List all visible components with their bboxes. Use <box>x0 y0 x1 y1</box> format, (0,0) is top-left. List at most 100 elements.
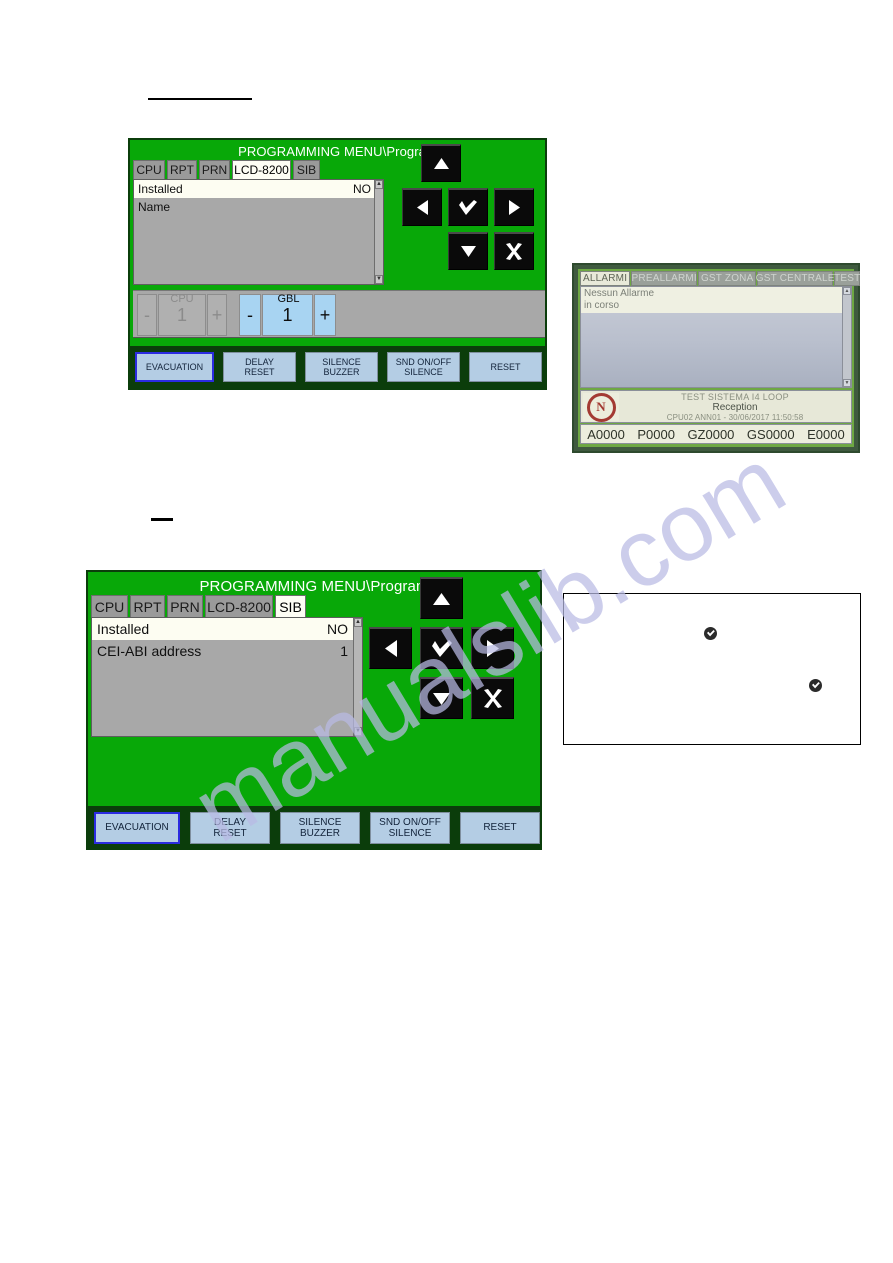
brand-logo: N <box>583 392 619 422</box>
cpu-stepper-label: CPU <box>170 293 194 305</box>
counter-prealarms: P0000 <box>637 426 675 442</box>
alarm-message-line-2: in corso <box>584 300 620 312</box>
close-x-icon <box>483 689 503 708</box>
stepper-strip: - 1 + CPU - 1 + GBL <box>133 290 545 338</box>
settings-list[interactable]: Installed NO CEI-ABI address 1 ▲ ▼ <box>91 617 363 737</box>
row-label: CEI-ABI address <box>97 643 202 659</box>
check-icon <box>458 199 478 216</box>
tab-prn[interactable]: PRN <box>167 595 203 617</box>
scroll-down-icon[interactable]: ▼ <box>375 275 383 284</box>
scroll-up-icon[interactable]: ▲ <box>375 180 383 189</box>
right-arrow-icon <box>508 199 521 216</box>
silence-buzzer-button[interactable]: SILENCE BUZZER <box>280 812 360 844</box>
tab-sib[interactable]: SIB <box>275 595 306 617</box>
system-name: TEST SISTEMA I4 LOOP <box>681 392 789 402</box>
tab-lcd-8200[interactable]: LCD-8200 <box>232 160 291 179</box>
silence-buzzer-button[interactable]: SILENCE BUZZER <box>305 352 378 382</box>
scroll-down-icon[interactable]: ▼ <box>843 379 851 387</box>
panel-title: PROGRAMMING MENU\Program <box>238 144 437 159</box>
stepper-cpu: - 1 + CPU <box>137 293 227 336</box>
keypad-down-button[interactable] <box>420 677 463 719</box>
evacuation-button[interactable]: EVACUATION <box>135 352 214 382</box>
alarm-message-line-1: Nessun Allarme <box>584 288 655 299</box>
evacuation-button[interactable]: EVACUATION <box>94 812 180 844</box>
counter-gz: GZ0000 <box>687 426 735 442</box>
list-row[interactable]: Installed NO <box>134 180 383 198</box>
tab-sib[interactable]: SIB <box>293 160 320 179</box>
scroll-up-icon[interactable]: ▲ <box>843 287 851 295</box>
down-arrow-icon <box>460 245 477 258</box>
heading-underline-mid <box>151 518 173 521</box>
row-value: NO <box>353 182 371 196</box>
counter-events: E0000 <box>807 426 845 442</box>
right-arrow-icon <box>486 639 500 658</box>
keypad-right-button[interactable] <box>494 188 534 226</box>
snd-onoff-silence-button[interactable]: SND ON/OFF SILENCE <box>370 812 450 844</box>
stepper-gbl: - 1 + GBL <box>239 293 338 336</box>
reset-button[interactable]: RESET <box>469 352 542 382</box>
row-label: Name <box>138 200 171 214</box>
system-info-lines: TEST SISTEMA I4 LOOP Reception CPU02 ANN… <box>621 392 849 422</box>
keypad-cancel-button[interactable] <box>494 232 534 270</box>
reset-button[interactable]: RESET <box>460 812 540 844</box>
row-label: Installed <box>138 182 183 196</box>
alarm-status-panel: ALLARMI PREALLARMI GST ZONA GST CENTRALE… <box>572 263 861 453</box>
keypad-left-button[interactable] <box>402 188 442 226</box>
scroll-down-icon[interactable]: ▼ <box>354 727 362 736</box>
logo-letter: N <box>586 392 616 422</box>
keypad-right-button[interactable] <box>471 627 514 669</box>
tab-cpu[interactable]: CPU <box>133 160 165 179</box>
note-box <box>563 593 861 745</box>
check-badge-icon <box>809 679 822 692</box>
keypad-up-button[interactable] <box>420 577 463 619</box>
list-scrollbar[interactable]: ▲ ▼ <box>374 180 383 284</box>
list-scrollbar[interactable]: ▲ ▼ <box>353 618 362 736</box>
delay-reset-button[interactable]: DELAY RESET <box>190 812 270 844</box>
command-bar: EVACUATION DELAY RESET SILENCE BUZZER SN… <box>88 806 540 850</box>
row-value: NO <box>327 621 348 637</box>
location-name: Reception <box>712 402 758 413</box>
keypad-confirm-button[interactable] <box>420 627 463 669</box>
tab-rpt[interactable]: RPT <box>167 160 197 179</box>
alarm-scrollbar[interactable]: ▲ ▼ <box>842 287 851 387</box>
settings-list[interactable]: Installed NO Name ▲ ▼ <box>133 179 384 285</box>
scroll-up-icon[interactable]: ▲ <box>354 618 362 627</box>
alarm-tab-bar: ALLARMI PREALLARMI GST ZONA GST CENTRALE… <box>580 271 861 286</box>
gbl-stepper-label: GBL <box>277 293 300 305</box>
keypad-up-button[interactable] <box>421 144 461 182</box>
left-arrow-icon <box>416 199 429 216</box>
list-row[interactable]: CEI-ABI address 1 <box>92 640 362 662</box>
cpu-timestamp: CPU02 ANN01 - 30/06/2017 11:50:58 <box>666 413 804 422</box>
keypad-cancel-button[interactable] <box>471 677 514 719</box>
tab-rpt[interactable]: RPT <box>130 595 165 617</box>
row-label: Installed <box>97 621 150 637</box>
counter-gs: GS0000 <box>746 426 795 442</box>
tab-allarmi[interactable]: ALLARMI <box>580 271 631 286</box>
keypad-confirm-button[interactable] <box>448 188 488 226</box>
panel-title: PROGRAMMING MENU\Program <box>199 578 429 595</box>
row-value: 1 <box>340 643 348 659</box>
keypad-left-button[interactable] <box>369 627 412 669</box>
up-arrow-icon <box>433 157 450 170</box>
left-arrow-icon <box>384 639 398 658</box>
delay-reset-button[interactable]: DELAY RESET <box>223 352 296 382</box>
keypad-down-button[interactable] <box>448 232 488 270</box>
close-x-icon <box>505 243 523 260</box>
tab-cpu[interactable]: CPU <box>91 595 128 617</box>
down-arrow-icon <box>432 692 451 706</box>
tab-preallarmi[interactable]: PREALLARMI <box>631 271 698 286</box>
tab-gst-zona[interactable]: GST ZONA <box>698 271 757 286</box>
tab-gst-centrale[interactable]: GST CENTRALE <box>756 271 834 286</box>
alarm-message: Nessun Allarme in corso <box>581 287 842 314</box>
list-row[interactable]: Name <box>134 198 383 216</box>
counter-alarms: A0000 <box>587 426 625 442</box>
up-arrow-icon <box>432 592 451 606</box>
tab-test[interactable]: TEST <box>834 271 861 286</box>
tab-lcd-8200[interactable]: LCD-8200 <box>205 595 273 617</box>
tab-prn[interactable]: PRN <box>199 160 230 179</box>
lcd-frame: ALLARMI PREALLARMI GST ZONA GST CENTRALE… <box>578 269 861 447</box>
check-icon <box>431 639 453 658</box>
alarm-message-area[interactable]: Nessun Allarme in corso ▲ ▼ <box>580 286 852 388</box>
list-row[interactable]: Installed NO <box>92 618 362 640</box>
snd-onoff-silence-button[interactable]: SND ON/OFF SILENCE <box>387 352 460 382</box>
